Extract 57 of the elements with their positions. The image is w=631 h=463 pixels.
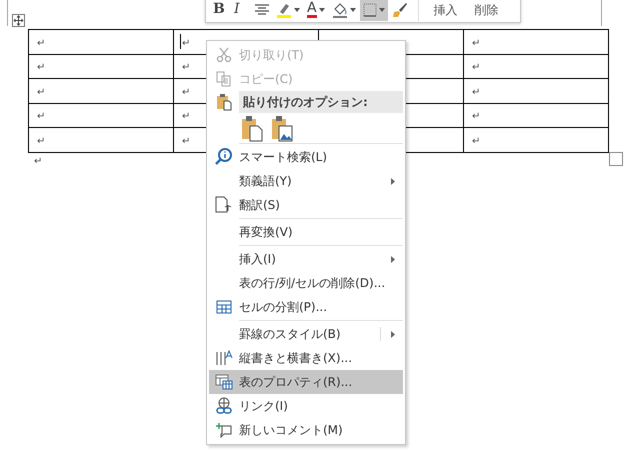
paragraph-mark: ↵ — [472, 62, 480, 74]
paragraph-mark: ↵ — [37, 86, 46, 98]
menu-item[interactable]: 罫線のスタイル(B) — [209, 322, 403, 346]
menu-item[interactable]: 縦書きと横書き(X)... — [209, 346, 403, 370]
paragraph-mark: ↵ — [182, 136, 190, 147]
menu-item[interactable]: セルの分割(P)... — [209, 295, 403, 319]
paragraph-mark: ↵ — [37, 111, 46, 122]
menu-item[interactable]: 挿入(I) — [209, 247, 403, 271]
paragraph-mark: ↵ — [182, 111, 190, 122]
paragraph-mark: ↵ — [472, 111, 480, 122]
align-center-icon — [255, 4, 269, 16]
paragraph-mark: ↵ — [182, 38, 190, 49]
comment-icon — [216, 422, 232, 438]
scissors-icon — [216, 47, 232, 63]
menu-heading: 貼り付けのオプション: — [239, 91, 403, 113]
highlighter-icon — [276, 2, 292, 18]
menu-item[interactable]: リンク(I) — [209, 394, 403, 418]
menu-item[interactable]: 表のプロパティ(R)... — [209, 370, 403, 394]
paste-keep-formatting-button[interactable] — [241, 114, 263, 142]
menu-item[interactable]: 類義語(Y) — [209, 169, 403, 193]
clipboard-document-icon — [241, 114, 263, 142]
info-search-icon — [215, 148, 233, 166]
paragraph-mark: ↵ — [34, 157, 42, 167]
move-icon — [13, 15, 24, 26]
toolbar-button[interactable]: 削除 — [466, 0, 507, 20]
paste-picture-button[interactable] — [271, 114, 293, 142]
toolbar-button[interactable]: 挿入 — [426, 0, 466, 20]
table-properties-icon — [215, 374, 233, 390]
paintbrush-icon — [392, 2, 408, 18]
italic-button[interactable]: I — [231, 0, 251, 20]
paragraph-mark: ↵ — [472, 38, 480, 49]
text-direction-icon — [215, 349, 233, 367]
menu-item[interactable]: 表の行/列/セルの削除(D)... — [209, 271, 403, 295]
paint-bucket-icon — [332, 2, 348, 18]
paragraph-mark: ↵ — [472, 136, 480, 147]
paragraph-mark: ↵ — [37, 136, 46, 147]
font-color-button[interactable]: A — [304, 0, 328, 20]
clipboard-image-icon — [271, 114, 293, 142]
table-resize-handle[interactable] — [609, 152, 623, 166]
table-grid-icon — [216, 300, 232, 314]
menu-item[interactable]: 再変換(V) — [209, 220, 403, 244]
borders-button[interactable] — [360, 0, 388, 20]
bold-button[interactable]: B — [210, 0, 230, 20]
paragraph-mark: ↵ — [182, 86, 190, 98]
menu-item[interactable]: スマート検索(L) — [209, 145, 403, 169]
text-cursor — [180, 34, 181, 49]
globe-link-icon — [215, 397, 233, 415]
clipboard-icon — [216, 93, 232, 111]
menu-item[interactable]: 翻訳(S) — [209, 193, 403, 217]
menu-item[interactable]: 新しいコメント(M) — [209, 418, 403, 442]
borders-icon — [362, 2, 377, 16]
paragraph-mark: ↵ — [472, 86, 480, 98]
paragraph-mark: ↵ — [37, 62, 46, 74]
copy-icon — [216, 71, 232, 87]
paragraph-mark: ↵ — [182, 62, 190, 74]
paragraph-mark: ↵ — [37, 38, 46, 49]
table-move-handle[interactable] — [12, 14, 25, 27]
